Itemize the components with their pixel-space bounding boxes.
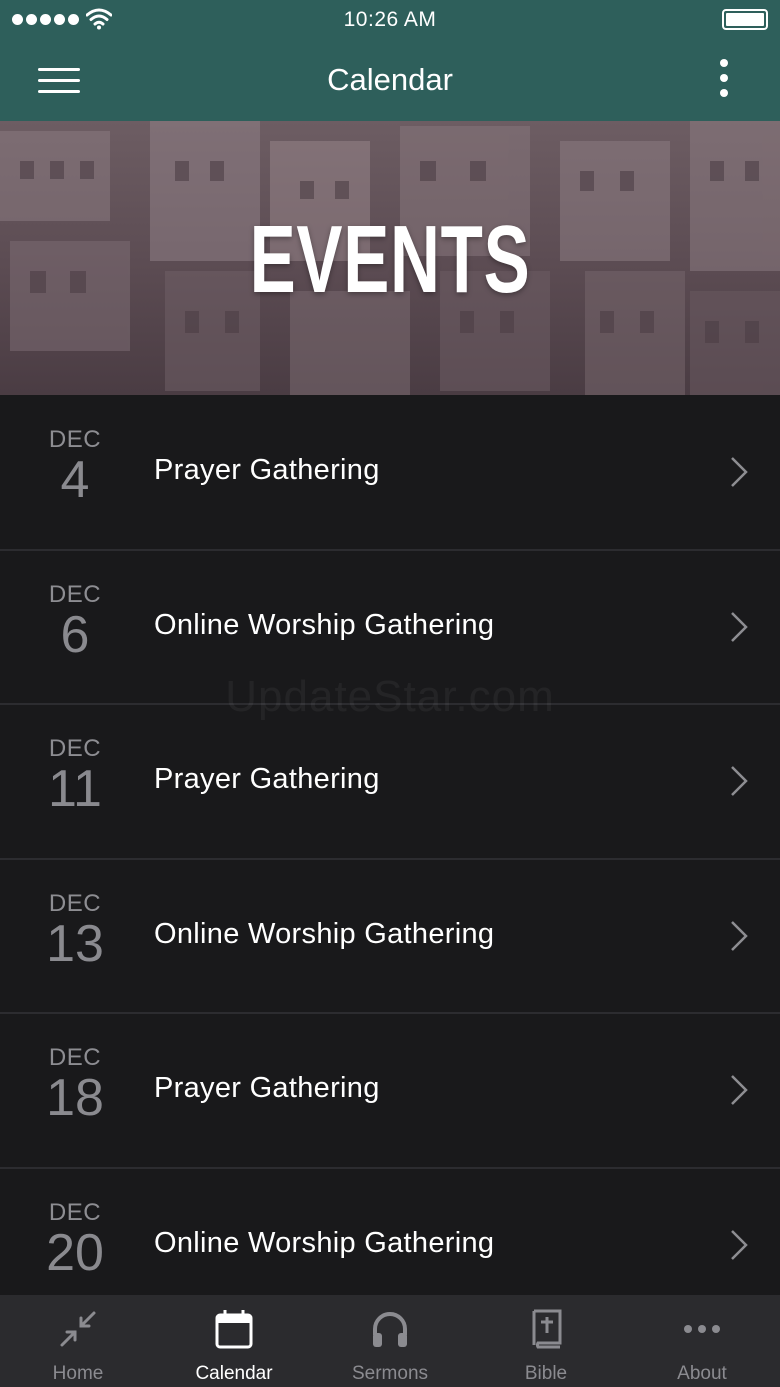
event-month: DEC (48, 1044, 102, 1071)
tab-sermons[interactable]: Sermons (312, 1295, 468, 1387)
event-day: 11 (48, 760, 102, 818)
event-date: DEC 4 (30, 426, 120, 506)
tab-label: Home (52, 1363, 104, 1384)
calendar-icon (215, 1310, 253, 1349)
event-month: DEC (48, 580, 102, 608)
event-row[interactable]: DEC 18 Prayer Gathering (0, 1014, 780, 1169)
status-bar: 10:26 AM (0, 0, 780, 40)
event-row[interactable]: DEC 6 Online Worship Gathering (0, 551, 780, 705)
event-row[interactable]: DEC 13 Online Worship Gathering (0, 860, 780, 1014)
more-options-icon[interactable] (712, 58, 736, 102)
event-title: Online Worship Gathering (154, 1226, 495, 1259)
chevron-right-icon (731, 611, 748, 642)
event-date: DEC 6 (30, 581, 120, 661)
hero-title: EVENTS (249, 206, 531, 313)
more-dots-icon (684, 1325, 720, 1333)
event-day: 18 (46, 1069, 104, 1127)
event-title: Prayer Gathering (154, 1072, 380, 1104)
page-title: Calendar (327, 62, 453, 97)
event-day: 4 (60, 451, 90, 509)
tab-label: About (677, 1363, 727, 1384)
event-row[interactable]: DEC 20 Online Worship Gathering (0, 1169, 780, 1296)
collapse-arrows-icon (60, 1311, 96, 1347)
event-date: DEC 20 (30, 1199, 120, 1279)
tab-bible[interactable]: Bible (468, 1295, 624, 1387)
event-date: DEC 13 (30, 890, 120, 970)
event-title: Online Worship Gathering (154, 917, 495, 950)
chevron-right-icon (731, 1229, 748, 1260)
event-month: DEC (48, 889, 102, 917)
headphones-icon (373, 1312, 407, 1347)
battery-icon (722, 9, 768, 30)
nav-bar: Calendar (0, 40, 780, 121)
tab-label: Bible (524, 1363, 568, 1384)
hero-banner: EVENTS (0, 121, 780, 395)
chevron-right-icon (731, 1075, 748, 1105)
tab-about[interactable]: About (624, 1295, 780, 1387)
event-month: DEC (48, 1198, 102, 1226)
event-month: DEC (48, 735, 102, 762)
event-title: Prayer Gathering (154, 454, 380, 486)
events-list: DEC 4 Prayer Gathering DEC 6 Online Wors… (0, 396, 780, 1295)
event-month: DEC (48, 426, 102, 453)
chevron-right-icon (731, 920, 748, 951)
tab-bar: Home Calendar Sermons Bible About (0, 1295, 780, 1387)
chevron-right-icon (731, 457, 748, 487)
event-day: 6 (60, 605, 90, 664)
tab-home[interactable]: Home (0, 1295, 156, 1387)
tab-label: Calendar (195, 1363, 273, 1384)
event-date: DEC 11 (30, 735, 120, 815)
event-row[interactable]: DEC 11 Prayer Gathering (0, 705, 780, 860)
chevron-right-icon (731, 766, 748, 796)
event-title: Online Worship Gathering (154, 608, 495, 641)
event-day: 13 (46, 914, 104, 973)
bible-icon (532, 1309, 562, 1349)
event-day: 20 (46, 1223, 104, 1282)
status-time: 10:26 AM (343, 8, 437, 31)
tab-calendar[interactable]: Calendar (156, 1295, 312, 1387)
event-title: Prayer Gathering (154, 763, 380, 795)
tab-label: Sermons (351, 1363, 429, 1384)
event-row[interactable]: DEC 4 Prayer Gathering (0, 396, 780, 551)
event-date: DEC 18 (30, 1044, 120, 1124)
